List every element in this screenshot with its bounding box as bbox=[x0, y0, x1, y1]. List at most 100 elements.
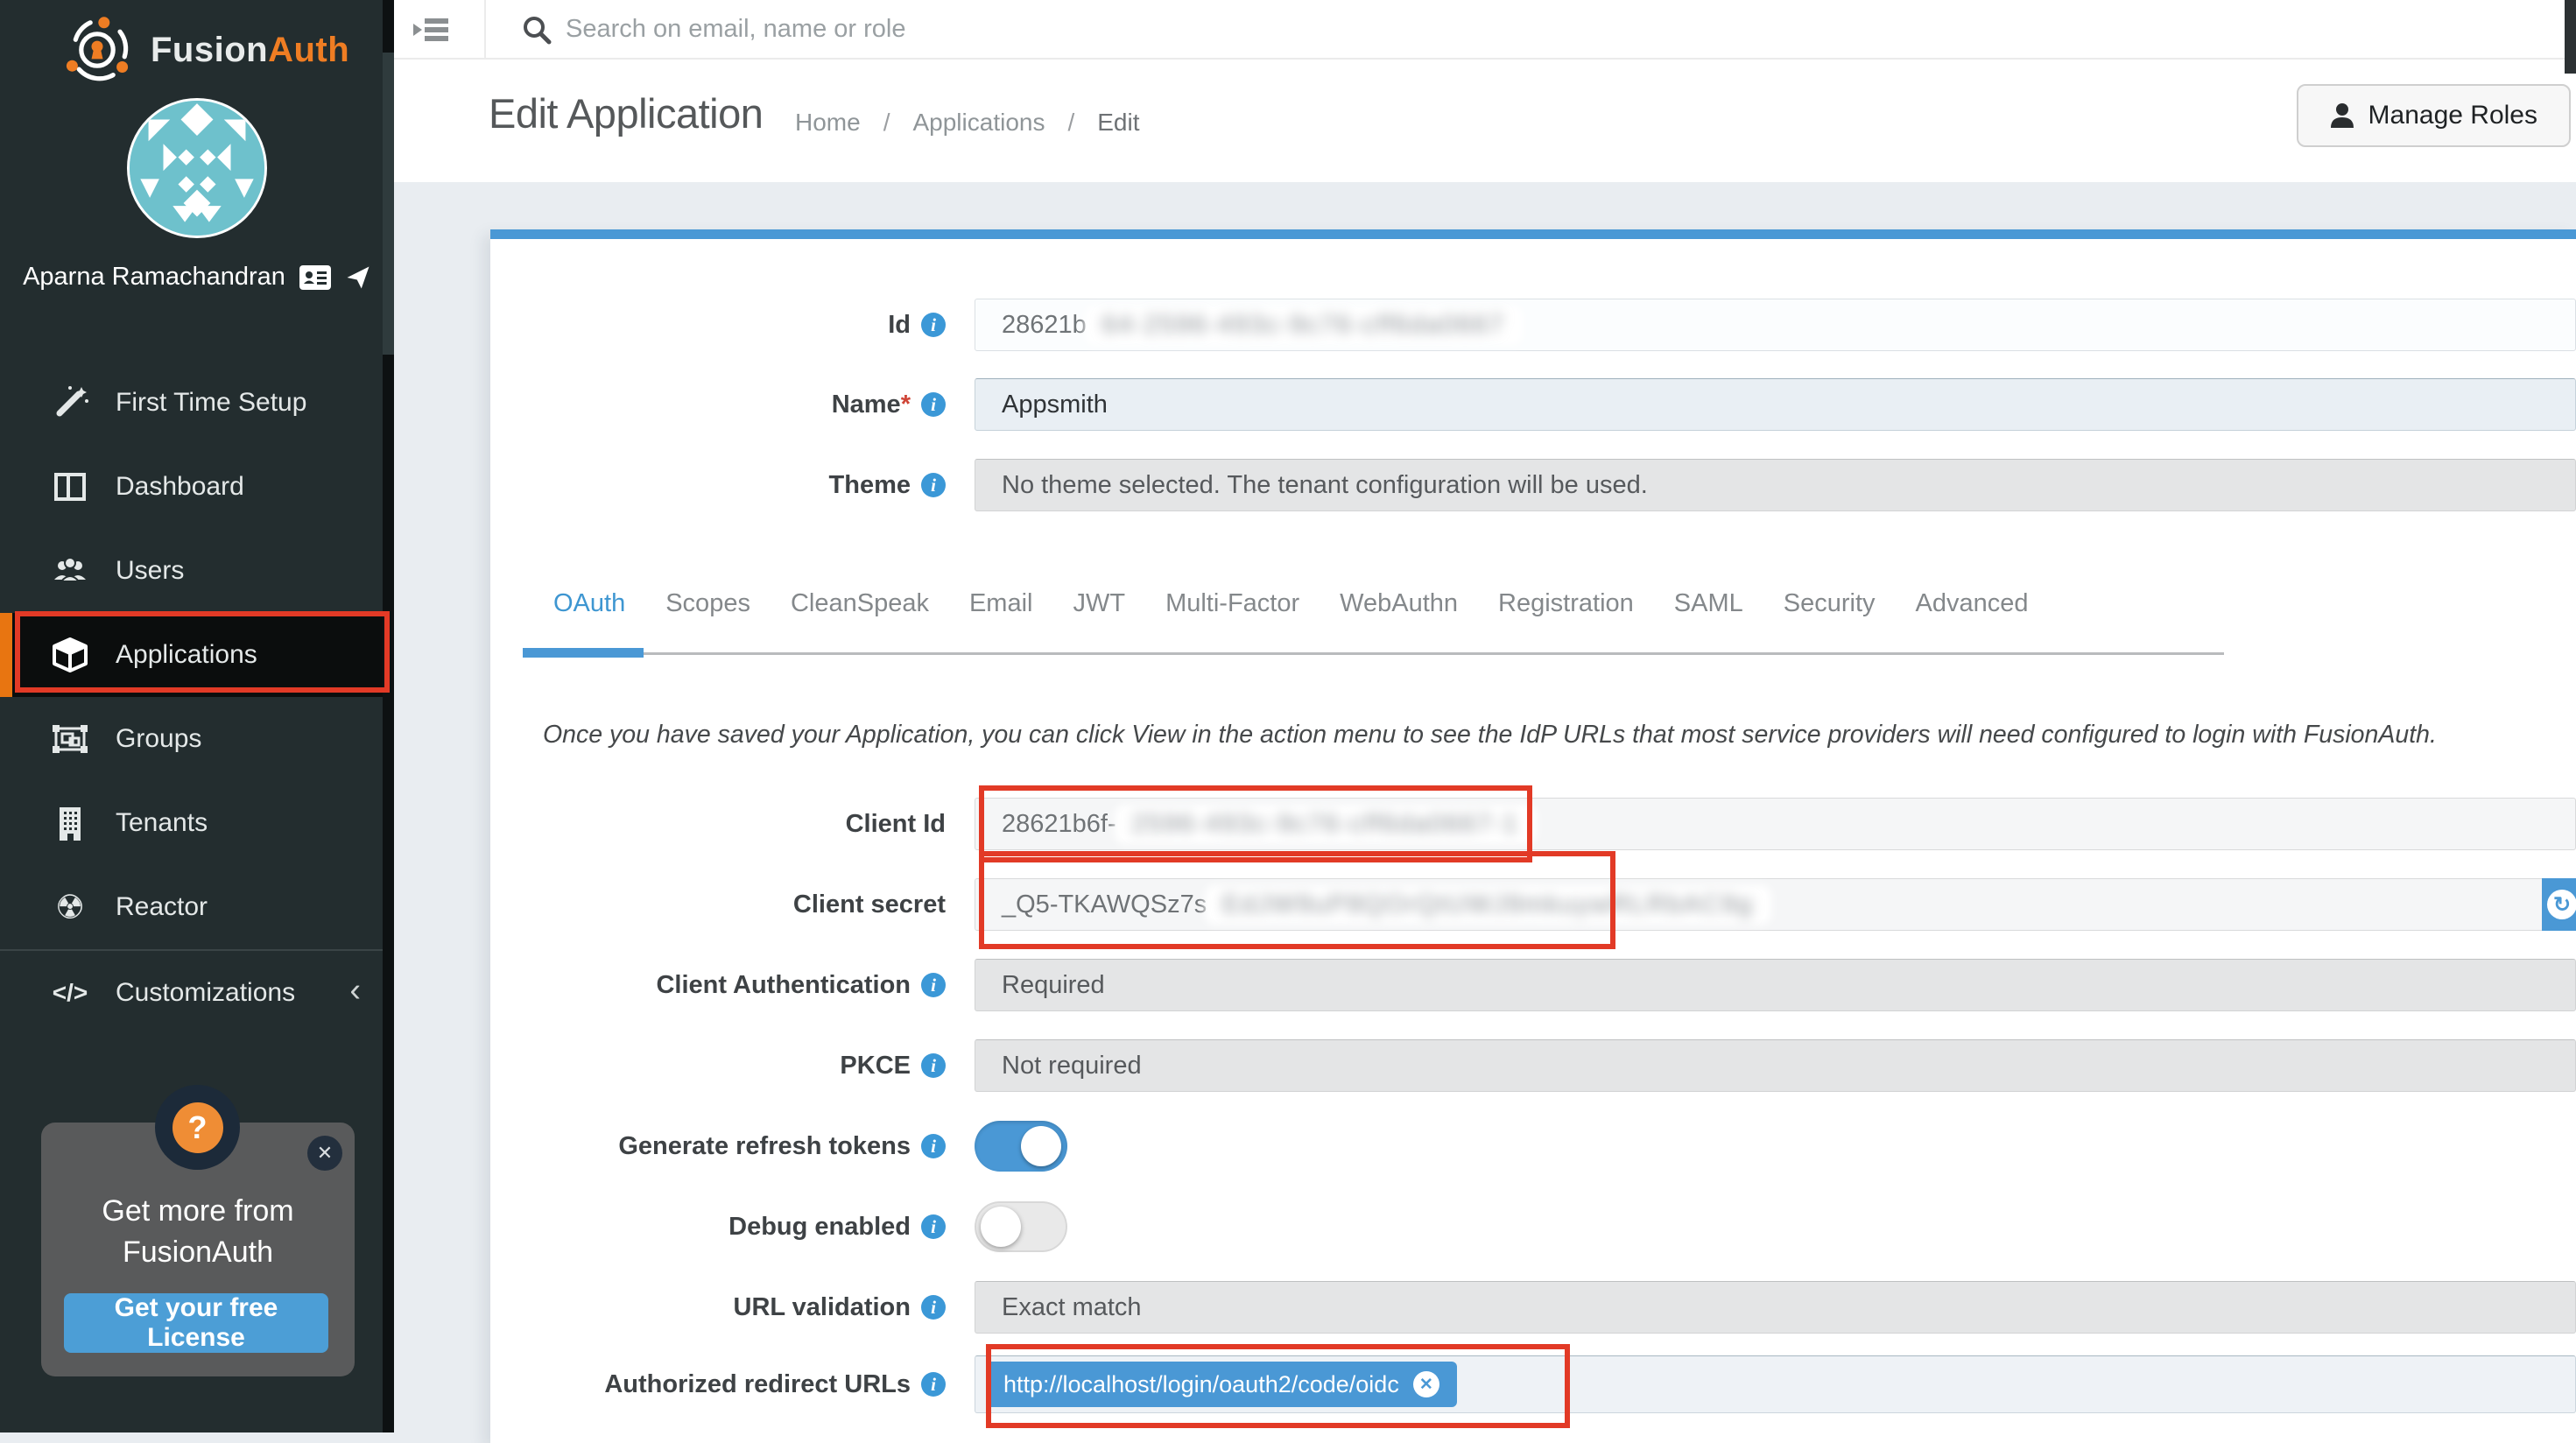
sidebar-item-customizations[interactable]: </> Customizations ‹ bbox=[0, 951, 394, 1035]
users-icon bbox=[51, 552, 89, 590]
get-free-license-button[interactable]: Get your free License bbox=[64, 1293, 328, 1353]
client-id-input[interactable]: 28621b6f- 2596-493c-9c76-cff6da0667-1 bbox=[975, 798, 2576, 850]
tab-webauthn[interactable]: WebAuthn bbox=[1340, 589, 1458, 618]
breadcrumb-edit: Edit bbox=[1097, 109, 1139, 137]
info-icon[interactable]: i bbox=[921, 1214, 946, 1239]
generate-refresh-tokens-toggle[interactable] bbox=[975, 1121, 1067, 1172]
tab-registration[interactable]: Registration bbox=[1498, 589, 1634, 618]
tab-oauth[interactable]: OAuth bbox=[553, 589, 625, 618]
name-row: Name* i Appsmith bbox=[490, 378, 2576, 431]
breadcrumb-home[interactable]: Home bbox=[795, 109, 861, 137]
id-input[interactable]: 28621b 64-2596-493c-9c76-cff6da0667 bbox=[975, 299, 2576, 351]
sidebar-item-reactor[interactable]: ☢ Reactor bbox=[0, 865, 394, 949]
debug-enabled-label: Debug enabled bbox=[728, 1213, 911, 1242]
id-label: Id bbox=[888, 311, 911, 340]
sidebar-nav: First Time Setup Dashboard Users bbox=[0, 361, 394, 1035]
tab-multi-factor[interactable]: Multi-Factor bbox=[1165, 589, 1299, 618]
redaction-blur: EdJW9uP8QOrQtUWJ9mkuywRLRbAC9g bbox=[1210, 890, 1765, 919]
close-icon: ✕ bbox=[317, 1142, 333, 1165]
tab-saml[interactable]: SAML bbox=[1674, 589, 1743, 618]
client-secret-label: Client secret bbox=[793, 890, 946, 919]
id-row: Idi 28621b 64-2596-493c-9c76-cff6da0667 bbox=[490, 299, 2576, 351]
sidebar-scrollbar-thumb[interactable] bbox=[383, 53, 394, 355]
theme-row: Themei No theme selected. The tenant con… bbox=[490, 459, 2576, 511]
sidebar-item-label: Applications bbox=[116, 640, 257, 670]
redaction-blur: 64-2596-493c-9c76-cff6da0667 bbox=[1090, 311, 1517, 340]
authorized-redirect-urls-label: Authorized redirect URLs bbox=[604, 1370, 911, 1399]
oauth-note: Once you have saved your Application, yo… bbox=[543, 721, 2437, 750]
info-icon[interactable]: i bbox=[921, 392, 946, 417]
code-icon: </> bbox=[51, 979, 89, 1007]
sidebar-item-groups[interactable]: Groups bbox=[0, 697, 394, 781]
theme-select[interactable]: No theme selected. The tenant configurat… bbox=[975, 459, 2576, 511]
authorized-redirect-urls-input[interactable]: http://localhost/login/oauth2/code/oidc … bbox=[975, 1355, 2576, 1413]
fusionauth-logo[interactable]: FusionAuth bbox=[63, 16, 349, 84]
pkce-select[interactable]: Not required bbox=[975, 1039, 2576, 1092]
search-input[interactable] bbox=[566, 0, 1529, 58]
theme-label: Theme bbox=[829, 471, 911, 500]
page-title: Edit Application bbox=[489, 89, 763, 137]
manage-roles-button[interactable]: Manage Roles bbox=[2297, 84, 2571, 147]
active-tab-indicator bbox=[523, 648, 644, 658]
info-icon[interactable]: i bbox=[921, 1372, 946, 1397]
topbar bbox=[394, 0, 2576, 60]
sidebar-item-label: Customizations bbox=[116, 978, 295, 1008]
name-input[interactable]: Appsmith bbox=[975, 378, 2576, 431]
promo-close-button[interactable]: ✕ bbox=[307, 1136, 342, 1171]
breadcrumb: Home / Applications / Edit bbox=[795, 109, 1140, 137]
url-validation-select[interactable]: Exact match bbox=[975, 1281, 2576, 1334]
wand-icon bbox=[51, 384, 89, 422]
tab-cleanspeak[interactable]: CleanSpeak bbox=[791, 589, 929, 618]
help-badge[interactable]: ? bbox=[155, 1085, 240, 1170]
dashboard-columns-icon bbox=[51, 468, 89, 506]
tab-bar: OAuth Scopes CleanSpeak Email JWT Multi-… bbox=[553, 589, 2029, 618]
info-icon[interactable]: i bbox=[921, 473, 946, 497]
url-validation-row: URL validation i Exact match bbox=[490, 1281, 2576, 1334]
breadcrumb-applications[interactable]: Applications bbox=[912, 109, 1045, 137]
sidebar-item-users[interactable]: Users bbox=[0, 529, 394, 613]
name-label: Name* bbox=[832, 391, 911, 419]
info-icon[interactable]: i bbox=[921, 1134, 946, 1158]
user-row: Aparna Ramachandran bbox=[0, 263, 394, 292]
tab-security[interactable]: Security bbox=[1784, 589, 1876, 618]
info-icon[interactable]: i bbox=[921, 313, 946, 337]
sidebar-item-first-time-setup[interactable]: First Time Setup bbox=[0, 361, 394, 445]
reactor-icon: ☢ bbox=[51, 888, 89, 927]
client-id-row: Client Id 28621b6f- 2596-493c-9c76-cff6d… bbox=[490, 798, 2576, 850]
sidebar-collapse-icon[interactable] bbox=[413, 15, 448, 45]
chevron-left-icon[interactable]: ‹ bbox=[349, 972, 361, 1010]
client-id-label: Client Id bbox=[846, 810, 946, 839]
search-icon bbox=[521, 14, 553, 46]
content-area: Idi 28621b 64-2596-493c-9c76-cff6da0667 … bbox=[394, 182, 2576, 1432]
tab-advanced[interactable]: Advanced bbox=[1916, 589, 2029, 618]
tab-jwt[interactable]: JWT bbox=[1073, 589, 1125, 618]
client-authentication-label: Client Authentication bbox=[656, 971, 911, 1000]
regenerate-secret-button[interactable]: ↻ bbox=[2542, 878, 2576, 931]
sidebar-item-label: Tenants bbox=[116, 808, 208, 838]
send-icon[interactable] bbox=[345, 264, 371, 291]
logo-text: FusionAuth bbox=[151, 31, 349, 70]
info-icon[interactable]: i bbox=[921, 973, 946, 997]
object-group-icon bbox=[51, 720, 89, 758]
info-icon[interactable]: i bbox=[921, 1295, 946, 1320]
sidebar-item-label: Groups bbox=[116, 724, 201, 754]
user-name: Aparna Ramachandran bbox=[23, 263, 285, 292]
debug-enabled-toggle[interactable] bbox=[975, 1201, 1067, 1252]
person-icon bbox=[2330, 102, 2354, 129]
sidebar-item-label: Reactor bbox=[116, 892, 208, 922]
promo-title: Get more from FusionAuth bbox=[41, 1191, 355, 1273]
sidebar-item-applications[interactable]: Applications bbox=[0, 613, 394, 697]
client-authentication-select[interactable]: Required bbox=[975, 959, 2576, 1011]
sidebar-item-dashboard[interactable]: Dashboard bbox=[0, 445, 394, 529]
client-secret-input[interactable]: _Q5-TKAWQSz7s EdJW9uP8QOrQtUWJ9mkuywRLRb… bbox=[975, 878, 2576, 931]
avatar[interactable] bbox=[127, 98, 267, 238]
redaction-blur: 2596-493c-9c76-cff6da0667-1 bbox=[1120, 810, 1531, 839]
tab-scopes[interactable]: Scopes bbox=[665, 589, 750, 618]
url-validation-label: URL validation bbox=[734, 1293, 911, 1322]
remove-chip-icon[interactable]: ✕ bbox=[1413, 1371, 1439, 1397]
contact-card-icon[interactable] bbox=[299, 265, 331, 290]
sidebar-item-tenants[interactable]: Tenants bbox=[0, 781, 394, 865]
tab-email[interactable]: Email bbox=[969, 589, 1033, 618]
info-icon[interactable]: i bbox=[921, 1053, 946, 1078]
page-header: Edit Application Home / Applications / E… bbox=[394, 60, 2576, 182]
